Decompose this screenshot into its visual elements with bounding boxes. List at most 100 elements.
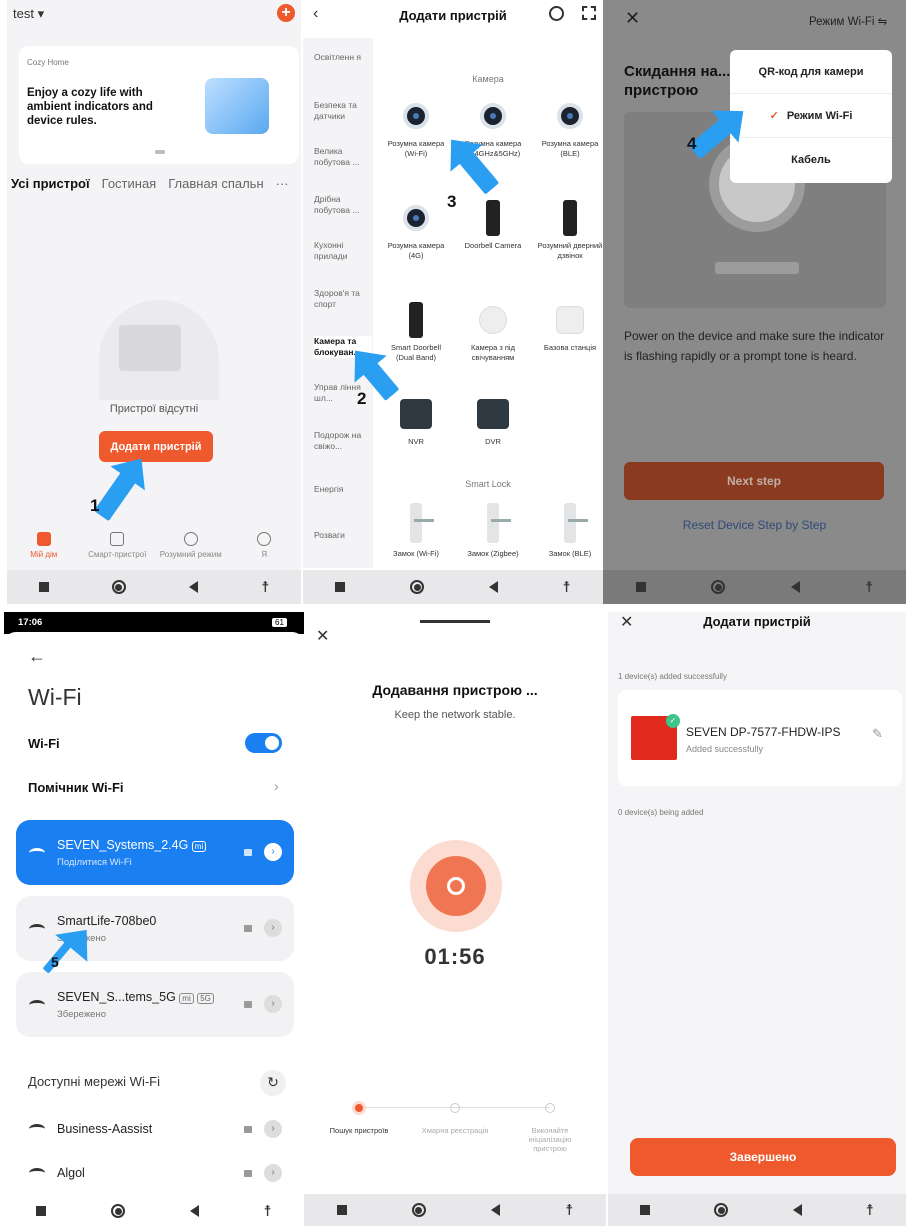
category-kitchen[interactable]: Кухонні прилади (314, 240, 372, 262)
recents-icon[interactable] (640, 1205, 651, 1215)
device-floodlight-camera[interactable]: Камера з під свічуванням (460, 302, 526, 362)
tab-bedroom[interactable]: Главная спальн (168, 176, 263, 191)
recents-icon[interactable] (336, 1205, 347, 1215)
category-outdoor[interactable]: Подорож на свіжо... (314, 430, 372, 452)
wifi-network-business[interactable]: Business-Aassist › (16, 1112, 294, 1148)
countdown-timer: 01:56 (424, 944, 486, 969)
more-icon[interactable]: ··· (276, 176, 289, 191)
device-dvr[interactable]: DVR (460, 396, 526, 447)
menu-item-wifi-mode[interactable]: ✓ Режим Wi-Fi (730, 94, 892, 138)
doorbell-icon (563, 200, 577, 236)
finish-button[interactable]: Завершено (630, 1138, 896, 1176)
back-icon[interactable] (488, 581, 498, 593)
device-doorbell-camera[interactable]: Doorbell Camera (460, 200, 526, 251)
qr-scan-icon[interactable] (582, 6, 596, 20)
accessibility-icon[interactable]: ☨ (261, 580, 269, 595)
category-lighting[interactable]: Освітленн я (314, 52, 372, 63)
home-circle-icon[interactable] (711, 580, 726, 594)
wifi-signal-icon (29, 1000, 45, 1010)
menu-item-qr-code[interactable]: QR-код для камери (730, 50, 892, 94)
close-icon[interactable]: ✕ (316, 626, 329, 646)
device-smart-doorbell[interactable]: Розумний дверний дзвінок (537, 200, 603, 260)
accessibility-icon[interactable]: ☨ (565, 1203, 573, 1218)
category-small-appliances[interactable]: Дрібна побутова ... (314, 194, 372, 216)
wifi-toggle[interactable] (245, 733, 282, 753)
recents-icon[interactable] (635, 582, 646, 592)
recents-icon[interactable] (335, 582, 346, 592)
device-base-station[interactable]: Базова станція (537, 302, 603, 353)
category-security[interactable]: Безпека та датчики (314, 100, 372, 122)
tab-me[interactable]: Я (229, 532, 299, 570)
camera-icon (403, 103, 429, 129)
annotation-number-3: 3 (447, 192, 457, 211)
close-icon[interactable]: ✕ (625, 8, 640, 29)
tab-smart-devices[interactable]: Смарт-пристрої (82, 532, 152, 570)
floodlight-camera-icon (479, 306, 507, 334)
wifi-network-5g[interactable]: SEVEN_S...tems_5G mi 5G Збережено › (16, 972, 294, 1037)
edit-pencil-icon[interactable]: ✎ (872, 726, 883, 742)
back-icon[interactable] (792, 1204, 802, 1216)
back-icon[interactable] (189, 581, 198, 593)
category-large-appliances[interactable]: Велика побутова ... (314, 146, 372, 168)
step-dot (450, 1103, 460, 1113)
device-smart-doorbell-dual[interactable]: Smart Doorbell (Dual Band) (383, 302, 449, 362)
home-selector[interactable]: test ▾ (13, 6, 44, 22)
back-icon[interactable] (790, 581, 800, 593)
device-label: Smart Doorbell (Dual Band) (390, 343, 442, 362)
device-card[interactable]: ✓ SEVEN DP-7577-FHDW-IPS Added successfu… (618, 690, 902, 786)
accessibility-icon[interactable]: ☨ (263, 1204, 271, 1219)
step-label-cloud: Хмарна реєстрація (421, 1126, 489, 1135)
cozy-home-card[interactable]: Cozy Home Enjoy a cozy life with ambient… (19, 46, 299, 164)
menu-item-cable[interactable]: Кабель (730, 138, 892, 182)
network-details-icon[interactable]: › (264, 919, 282, 937)
device-label: Doorbell Camera (464, 241, 522, 250)
tab-all-devices[interactable]: Усі пристрої (11, 176, 90, 191)
back-arrow-icon[interactable]: ← (28, 646, 46, 667)
panel-wifi-settings: 17:06 61 ← Wi-Fi Wi-Fi Помічник Wi-Fi › … (4, 612, 304, 1226)
category-entertainment[interactable]: Розваги (314, 530, 372, 541)
network-details-icon[interactable]: › (264, 1164, 282, 1182)
carousel-dots (155, 150, 165, 154)
back-icon[interactable] (491, 1204, 500, 1216)
wifi-network-connected[interactable]: SEVEN_Systems_2.4G mi Поділитися Wi-Fi › (16, 820, 294, 885)
system-nav-bar: ☨ (608, 1194, 906, 1226)
device-lock-wifi[interactable]: Замок (Wi-Fi) (383, 502, 449, 559)
accessibility-icon[interactable]: ☨ (562, 580, 570, 595)
device-lock-zigbee[interactable]: Замок (Zigbee) (460, 502, 526, 559)
tab-living-room[interactable]: Гостиная (102, 176, 157, 191)
home-circle-icon[interactable] (111, 1204, 126, 1218)
accessibility-icon[interactable]: ☨ (865, 580, 873, 595)
home-circle-icon[interactable] (714, 1203, 729, 1217)
device-label: Базова станція (543, 343, 597, 352)
device-smart-camera-ble[interactable]: Розумна камера (BLE) (537, 98, 603, 158)
tab-my-home[interactable]: Мій дім (9, 532, 79, 570)
tab-smart-mode[interactable]: Розумний режим (156, 532, 226, 570)
device-smart-camera-4g[interactable]: Розумна камера (4G) (383, 200, 449, 260)
recents-icon[interactable] (38, 582, 49, 592)
network-details-icon[interactable]: › (264, 1120, 282, 1138)
home-circle-icon[interactable] (111, 580, 126, 594)
page-title: Wi-Fi (28, 684, 82, 710)
camera-icon (557, 103, 583, 129)
reset-guide-link[interactable]: Reset Device Step by Step (603, 518, 906, 532)
wifi-signal-icon (29, 924, 45, 934)
category-energy[interactable]: Енергія (314, 484, 372, 495)
next-step-button[interactable]: Next step (624, 462, 884, 500)
back-icon[interactable] (189, 1205, 199, 1217)
network-details-icon[interactable]: › (264, 843, 282, 861)
device-nvr[interactable]: NVR (383, 396, 449, 447)
lock-icon (564, 503, 588, 543)
home-circle-icon[interactable] (411, 1203, 426, 1217)
network-details-icon[interactable]: › (264, 995, 282, 1013)
category-health[interactable]: Здоров'я та спорт (314, 288, 372, 310)
wifi-network-algol[interactable]: Algol › (16, 1156, 294, 1192)
device-lock-ble[interactable]: Замок (BLE) (537, 502, 603, 559)
scan-nearby-icon[interactable] (549, 6, 564, 21)
mode-switch[interactable]: Режим Wi-Fi ⇋ (809, 14, 887, 28)
add-icon[interactable]: + (277, 4, 295, 22)
refresh-icon[interactable]: ↻ (260, 1070, 286, 1096)
wifi-assistant-item[interactable]: Помічник Wi-Fi (28, 780, 124, 795)
accessibility-icon[interactable]: ☨ (866, 1203, 874, 1218)
recents-icon[interactable] (36, 1206, 47, 1216)
home-circle-icon[interactable] (410, 580, 425, 594)
